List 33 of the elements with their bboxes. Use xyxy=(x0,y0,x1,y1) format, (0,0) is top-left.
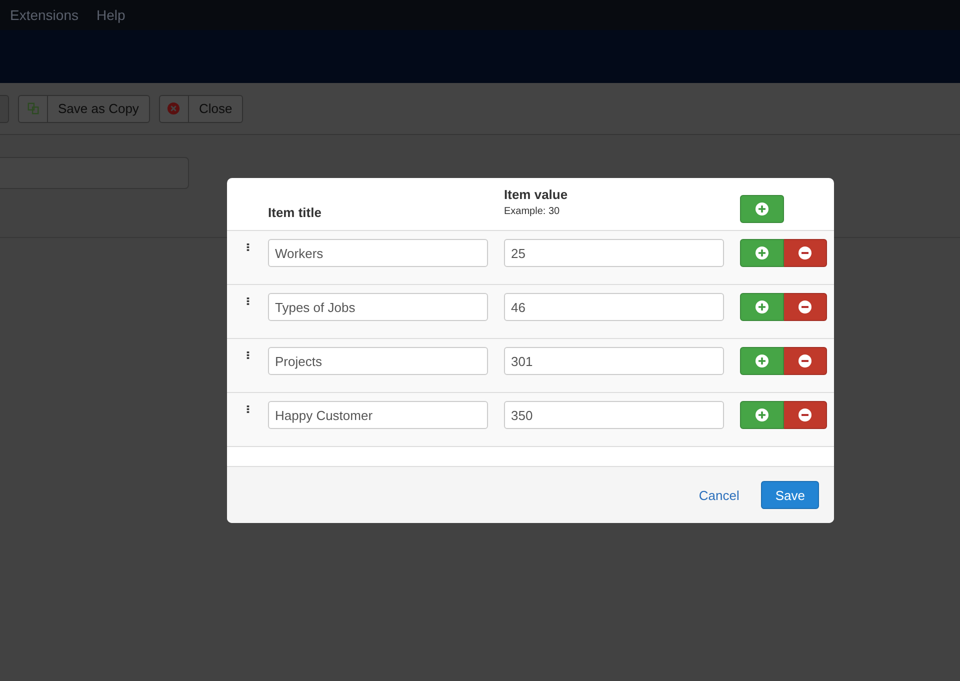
minus-icon xyxy=(798,408,812,422)
plus-icon xyxy=(755,354,769,368)
minus-icon xyxy=(798,246,812,260)
input-field[interactable]: 301 xyxy=(504,347,724,375)
add-button[interactable] xyxy=(740,401,784,429)
plus-icon xyxy=(755,408,769,422)
close-icon xyxy=(167,102,180,115)
remove-button[interactable] xyxy=(784,347,827,375)
input-field[interactable]: 350 xyxy=(504,401,724,429)
input-field[interactable]: Types of Jobs xyxy=(268,293,488,321)
minus-icon xyxy=(798,300,812,314)
column-header: Item title xyxy=(268,205,322,220)
remove-button[interactable] xyxy=(784,293,827,321)
add-button[interactable] xyxy=(740,239,784,267)
input-field[interactable]: Workers xyxy=(268,239,488,267)
plus-icon xyxy=(755,202,769,216)
plus-icon xyxy=(755,246,769,260)
column-header: Item value xyxy=(504,187,569,202)
remove-button[interactable] xyxy=(784,239,827,267)
hint-text: Example: 30 xyxy=(504,206,561,217)
minus-icon xyxy=(798,354,812,368)
cancel-link[interactable]: Cancel xyxy=(698,488,740,502)
copy-icon xyxy=(26,102,40,115)
save-button[interactable]: Save xyxy=(761,481,819,509)
plus-icon xyxy=(755,300,769,314)
input-field[interactable]: Happy Customer xyxy=(268,401,488,429)
input-field[interactable]: 46 xyxy=(504,293,724,321)
remove-button[interactable] xyxy=(784,401,827,429)
input-field[interactable]: 25 xyxy=(504,239,724,267)
add-button[interactable] xyxy=(740,347,784,375)
add-button[interactable] xyxy=(740,195,784,223)
add-button[interactable] xyxy=(740,293,784,321)
input-field[interactable]: Projects xyxy=(268,347,488,375)
